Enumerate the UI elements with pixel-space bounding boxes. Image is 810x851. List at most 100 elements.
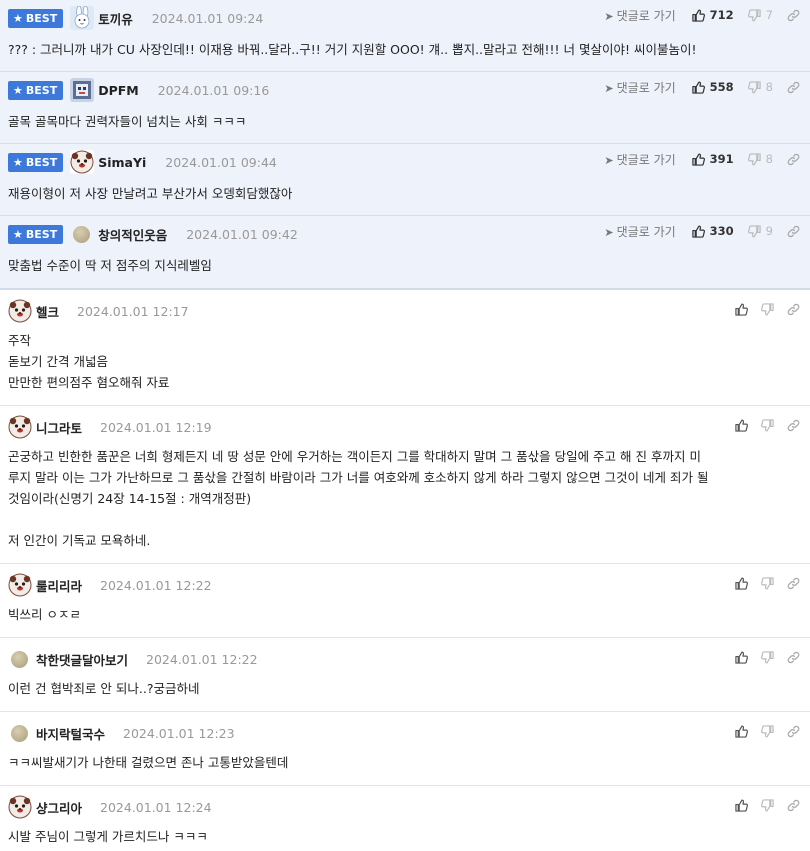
downvote-button[interactable]: 7 bbox=[747, 8, 773, 22]
link-icon[interactable] bbox=[787, 725, 800, 738]
goto-comment-label: 댓글로 가기 bbox=[616, 8, 676, 23]
comment-header: 헬크 2024.01.01 12:17 bbox=[8, 299, 189, 323]
best-badge: ★ BEST bbox=[8, 152, 64, 172]
comment-line: 루지 말라 이는 그가 가난하므로 그 품삯을 간절히 바람이라 그가 너를 여… bbox=[8, 470, 709, 485]
upvote-count: 558 bbox=[709, 80, 734, 94]
comment-actions: ➤ 댓글로 가기 712 7 bbox=[604, 7, 800, 23]
link-icon[interactable] bbox=[787, 577, 800, 590]
avatar bbox=[70, 150, 95, 174]
upvote-button[interactable]: 391 bbox=[691, 152, 734, 166]
link-icon[interactable] bbox=[787, 651, 800, 664]
downvote-button[interactable] bbox=[761, 725, 774, 738]
comment-text: ㅋㅋ씨발새기가 나한태 걸렸으면 존나 고통받았을텐데 bbox=[8, 752, 800, 773]
upvote-button[interactable] bbox=[735, 419, 748, 432]
comment-nickname[interactable]: 창의적인웃음 bbox=[98, 225, 167, 244]
link-icon[interactable] bbox=[787, 799, 800, 812]
goto-comment-link[interactable]: ➤ 댓글로 가기 bbox=[604, 7, 675, 24]
comment-nickname[interactable]: 룰리리라 bbox=[36, 576, 82, 595]
downvote-button[interactable] bbox=[761, 799, 774, 812]
downvote-count: 9 bbox=[765, 224, 773, 238]
comment-row: 니그라토 2024.01.01 12:19 곤궁하고 빈한한 품꾼은 너희 형제든지… bbox=[0, 406, 810, 564]
best-badge-label: BEST bbox=[25, 227, 58, 241]
avatar bbox=[73, 225, 91, 243]
link-icon[interactable] bbox=[787, 81, 800, 94]
avatar bbox=[11, 724, 28, 742]
comment-actions bbox=[722, 303, 800, 316]
avatar bbox=[8, 795, 32, 819]
upvote-button[interactable] bbox=[735, 651, 748, 664]
comment-nickname[interactable]: 토끼유 bbox=[98, 9, 133, 28]
downvote-button[interactable]: 8 bbox=[747, 152, 773, 166]
comment-nickname[interactable]: 샹그리아 bbox=[36, 798, 82, 817]
best-comment-row: ★ BEST DPFM 2024.01.01 09:16 ➤ 댓글로 가기 558 8 골목 골… bbox=[0, 72, 810, 144]
navigate-arrow-icon: ➤ bbox=[604, 9, 614, 23]
downvote-button[interactable] bbox=[761, 419, 774, 432]
comment-text: 맞춤법 수준이 딱 저 점주의 지식레벨임 bbox=[8, 258, 212, 273]
best-comment-row: ★ BEST 토끼유 2024.01.01 09:24 ➤ 댓글로 가기 712 7 ??? :… bbox=[0, 0, 810, 72]
comment-text: 골목 골목마다 권력자들이 넘치는 사회 ㅋㅋㅋ bbox=[8, 114, 247, 129]
upvote-button[interactable]: 712 bbox=[691, 8, 734, 22]
comment-date: 2024.01.01 12:19 bbox=[100, 419, 212, 435]
goto-comment-link[interactable]: ➤ 댓글로 가기 bbox=[604, 223, 675, 240]
downvote-button[interactable] bbox=[761, 303, 774, 316]
avatar bbox=[70, 78, 95, 102]
upvote-button[interactable]: 558 bbox=[691, 80, 734, 94]
goto-comment-label: 댓글로 가기 bbox=[616, 80, 676, 95]
upvote-button[interactable] bbox=[735, 577, 748, 590]
comment-header: 룰리리라 2024.01.01 12:22 bbox=[8, 573, 212, 597]
comment-list: 헬크 2024.01.01 12:17 주작 돋보기 간격 개넓음 만만한 편의점주 혐… bbox=[0, 290, 810, 851]
comment-header: 니그라토 2024.01.01 12:19 bbox=[8, 415, 212, 439]
upvote-button[interactable] bbox=[735, 725, 748, 738]
goto-comment-link[interactable]: ➤ 댓글로 가기 bbox=[604, 79, 675, 96]
downvote-button[interactable] bbox=[761, 577, 774, 590]
downvote-button[interactable]: 9 bbox=[747, 224, 773, 238]
comment-line: 저 인간이 기독교 모욕하네. bbox=[8, 533, 151, 548]
comment-nickname[interactable]: 헬크 bbox=[36, 302, 59, 321]
best-badge-label: BEST bbox=[25, 11, 58, 25]
goto-comment-link[interactable]: ➤ 댓글로 가기 bbox=[604, 151, 675, 168]
comment-nickname[interactable]: 착한댓글달아보기 bbox=[36, 650, 128, 669]
comment-line: 시발 주님이 그렇게 가르치드나 ㅋㅋㅋ bbox=[8, 829, 208, 844]
best-comment-row: ★ BEST SimaYi 2024.01.01 09:44 ➤ 댓글로 가기 391 8 재용… bbox=[0, 144, 810, 216]
comment-line: 곤궁하고 빈한한 품꾼은 너희 형제든지 네 땅 성문 안에 우거하는 객이든지… bbox=[8, 449, 701, 464]
comment-nickname[interactable]: 니그라토 bbox=[36, 418, 82, 437]
thumbs-up-icon bbox=[691, 153, 710, 166]
comment-line: 빅쓰리 ㅇㅈㄹ bbox=[8, 607, 81, 622]
comment-row: 바지락털국수 2024.01.01 12:23 ㅋㅋ씨발새기가 나한태 걸렸으면 존… bbox=[0, 712, 810, 786]
link-icon[interactable] bbox=[787, 303, 800, 316]
upvote-button[interactable] bbox=[735, 303, 748, 316]
comment-text: 재용이형이 저 사장 만날려고 부산가서 오뎅회담했잖아 bbox=[8, 186, 293, 201]
goto-comment-label: 댓글로 가기 bbox=[616, 224, 676, 239]
best-comment-list: ★ BEST 토끼유 2024.01.01 09:24 ➤ 댓글로 가기 712 7??? :… bbox=[0, 0, 810, 290]
comment-date: 2024.01.01 12:22 bbox=[100, 577, 212, 593]
comment-line: 돋보기 간격 개넓음 bbox=[8, 354, 108, 369]
downvote-count: 8 bbox=[765, 152, 773, 166]
link-icon[interactable] bbox=[787, 153, 800, 166]
comment-header: 바지락털국수 2024.01.01 12:23 bbox=[8, 723, 235, 743]
upvote-button[interactable]: 330 bbox=[691, 224, 734, 238]
upvote-button[interactable] bbox=[735, 799, 748, 812]
star-icon: ★ bbox=[13, 227, 23, 241]
comment-date: 2024.01.01 09:24 bbox=[151, 10, 264, 26]
comment-header: 착한댓글달아보기 2024.01.01 12:22 bbox=[8, 649, 258, 669]
avatar bbox=[8, 299, 32, 323]
downvote-button[interactable] bbox=[761, 651, 774, 664]
thumbs-down-icon bbox=[747, 152, 766, 166]
star-icon: ★ bbox=[13, 83, 23, 97]
downvote-button[interactable]: 8 bbox=[747, 80, 773, 94]
comment-nickname[interactable]: SimaYi bbox=[98, 155, 146, 170]
goto-comment-label: 댓글로 가기 bbox=[616, 152, 676, 167]
comment-header: ★ BEST SimaYi 2024.01.01 09:44 bbox=[8, 150, 277, 174]
avatar bbox=[11, 650, 28, 668]
thumbs-down-icon bbox=[747, 80, 766, 94]
comment-nickname[interactable]: DPFM bbox=[98, 83, 139, 98]
best-badge: ★ BEST bbox=[8, 8, 64, 28]
comment-row: 샹그리아 2024.01.01 12:24 시발 주님이 그렇게 가르치드나 ㅋㅋㅋ bbox=[0, 786, 810, 851]
thumbs-up-icon bbox=[691, 9, 710, 22]
star-icon: ★ bbox=[13, 155, 23, 169]
link-icon[interactable] bbox=[787, 419, 800, 432]
link-icon[interactable] bbox=[787, 225, 800, 238]
link-icon[interactable] bbox=[787, 9, 800, 22]
comment-nickname[interactable]: 바지락털국수 bbox=[36, 724, 105, 743]
